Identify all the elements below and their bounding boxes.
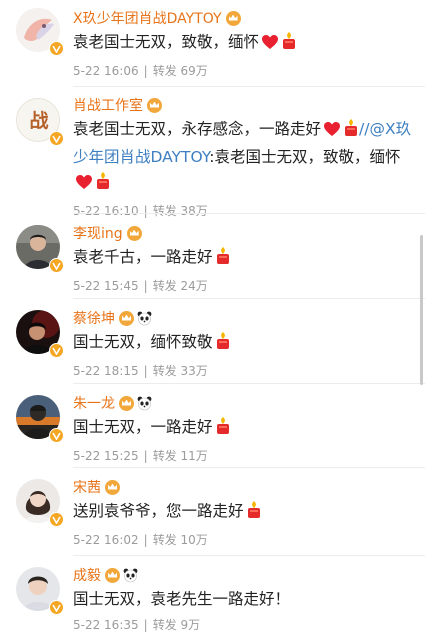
avatar-logo-char: 战 bbox=[29, 110, 48, 132]
heart-icon bbox=[323, 120, 341, 145]
comment-text: 国士无双，袁老先生一路走好！ bbox=[73, 590, 291, 608]
verified-badge-icon bbox=[49, 258, 64, 273]
crown-icon bbox=[147, 97, 162, 113]
candle-icon bbox=[215, 246, 231, 273]
heart-icon bbox=[261, 33, 279, 58]
panda-icon bbox=[123, 568, 138, 583]
repost-label[interactable]: 转发 bbox=[153, 64, 177, 78]
comment-text: 袁老千古，一路走好 bbox=[73, 245, 417, 273]
user-name[interactable]: 蔡徐坤 bbox=[73, 308, 115, 328]
verified-badge-icon bbox=[49, 600, 64, 615]
verified-badge-icon bbox=[49, 428, 64, 443]
user-name[interactable]: 李现ing bbox=[73, 223, 123, 243]
user-name[interactable]: 宋茜 bbox=[73, 477, 101, 497]
candle-icon bbox=[281, 31, 297, 58]
comment-item[interactable]: 成毅 国士无双，袁老先生一路走好！ 5-22 16:35 | 转发 9万 bbox=[0, 555, 425, 640]
crown-icon bbox=[119, 395, 134, 411]
candle-icon bbox=[215, 416, 231, 443]
repost-count: 10万 bbox=[180, 533, 208, 547]
repost-count: 11万 bbox=[180, 449, 208, 463]
repost-label[interactable]: 转发 bbox=[153, 279, 177, 293]
user-name[interactable]: X玖少年团肖战DAYTOY bbox=[73, 8, 222, 28]
scrollbar[interactable] bbox=[420, 235, 423, 385]
avatar[interactable] bbox=[16, 8, 64, 56]
avatar[interactable] bbox=[16, 310, 64, 358]
candle-icon bbox=[95, 171, 111, 198]
comment-text: 袁老国士无双，永存感念，一路走好//@X玖少年团肖战DAYTOY:袁老国士无双，… bbox=[73, 117, 417, 198]
timestamp: 5-22 15:45 bbox=[73, 279, 139, 293]
avatar[interactable] bbox=[16, 567, 64, 615]
panda-icon bbox=[137, 311, 152, 326]
crown-icon bbox=[105, 567, 120, 583]
candle-icon bbox=[246, 500, 262, 527]
comment-text: 国士无双，一路走好 bbox=[73, 415, 417, 443]
repost-count: 24万 bbox=[180, 279, 208, 293]
repost-label[interactable]: 转发 bbox=[153, 364, 177, 378]
crown-icon bbox=[105, 479, 120, 495]
comment-meta: 5-22 16:06 | 转发 69万 bbox=[73, 64, 208, 78]
repost-label[interactable]: 转发 bbox=[153, 449, 177, 463]
comment-item[interactable]: 朱一龙 国士无双，一路走好 5-22 15:25 | 转发 11万 bbox=[0, 383, 425, 467]
weibo-comment-feed: X玖少年团肖战DAYTOY 袁老国士无双，致敬，缅怀 5-22 16:06 | 转发… bbox=[0, 0, 425, 640]
verified-badge-icon bbox=[49, 512, 64, 527]
comment-meta: 5-22 15:25 | 转发 11万 bbox=[73, 449, 208, 463]
comment-item[interactable]: 宋茜 送别袁爷爷，您一路走好 5-22 16:02 | 转发 10万 bbox=[0, 467, 425, 555]
timestamp: 5-22 16:35 bbox=[73, 618, 139, 632]
comment-item[interactable]: 李现ing 袁老千古，一路走好 5-22 15:45 | 转发 24万 bbox=[0, 213, 425, 298]
crown-icon bbox=[119, 310, 134, 326]
timestamp: 5-22 16:02 bbox=[73, 533, 139, 547]
verified-badge-icon bbox=[49, 343, 64, 358]
avatar[interactable] bbox=[16, 479, 64, 527]
user-name[interactable]: 朱一龙 bbox=[73, 393, 115, 413]
timestamp: 5-22 18:15 bbox=[73, 364, 139, 378]
comment-item[interactable]: 战 肖战工作室 袁老国士无双，永存感念，一路走好//@X玖少年团肖战DAYTOY… bbox=[0, 86, 425, 218]
comment-item[interactable]: X玖少年团肖战DAYTOY 袁老国士无双，致敬，缅怀 5-22 16:06 | 转发… bbox=[0, 0, 425, 86]
avatar[interactable] bbox=[16, 395, 64, 443]
repost-label[interactable]: 转发 bbox=[153, 618, 177, 632]
panda-icon bbox=[137, 396, 152, 411]
user-name[interactable]: 成毅 bbox=[73, 565, 101, 585]
candle-icon bbox=[215, 331, 231, 358]
comment-meta: 5-22 18:15 | 转发 33万 bbox=[73, 364, 208, 378]
comment-meta: 5-22 16:02 | 转发 10万 bbox=[73, 533, 208, 547]
user-name[interactable]: 肖战工作室 bbox=[73, 95, 143, 115]
verified-badge-icon bbox=[49, 131, 64, 146]
heart-icon bbox=[75, 173, 93, 198]
comment-meta: 5-22 15:45 | 转发 24万 bbox=[73, 279, 208, 293]
comment-meta: 5-22 16:35 | 转发 9万 bbox=[73, 618, 201, 632]
repost-count: 9万 bbox=[180, 618, 201, 632]
comment-text: 袁老国士无双，致敬，缅怀 bbox=[73, 30, 417, 58]
crown-icon bbox=[225, 10, 241, 26]
avatar[interactable] bbox=[16, 225, 64, 273]
verified-badge-icon bbox=[49, 41, 64, 56]
timestamp: 5-22 16:06 bbox=[73, 64, 139, 78]
candle-icon bbox=[343, 118, 359, 145]
comment-item[interactable]: 蔡徐坤 国士无双，缅怀致敬 5-22 18:15 | 转发 33万 bbox=[0, 298, 425, 383]
comment-text: 送别袁爷爷，您一路走好 bbox=[73, 499, 417, 527]
crown-icon bbox=[126, 225, 142, 241]
avatar[interactable]: 战 bbox=[16, 98, 64, 146]
repost-label[interactable]: 转发 bbox=[153, 533, 177, 547]
repost-count: 33万 bbox=[180, 364, 208, 378]
comment-text: 国士无双，缅怀致敬 bbox=[73, 330, 417, 358]
repost-count: 69万 bbox=[180, 64, 208, 78]
timestamp: 5-22 15:25 bbox=[73, 449, 139, 463]
